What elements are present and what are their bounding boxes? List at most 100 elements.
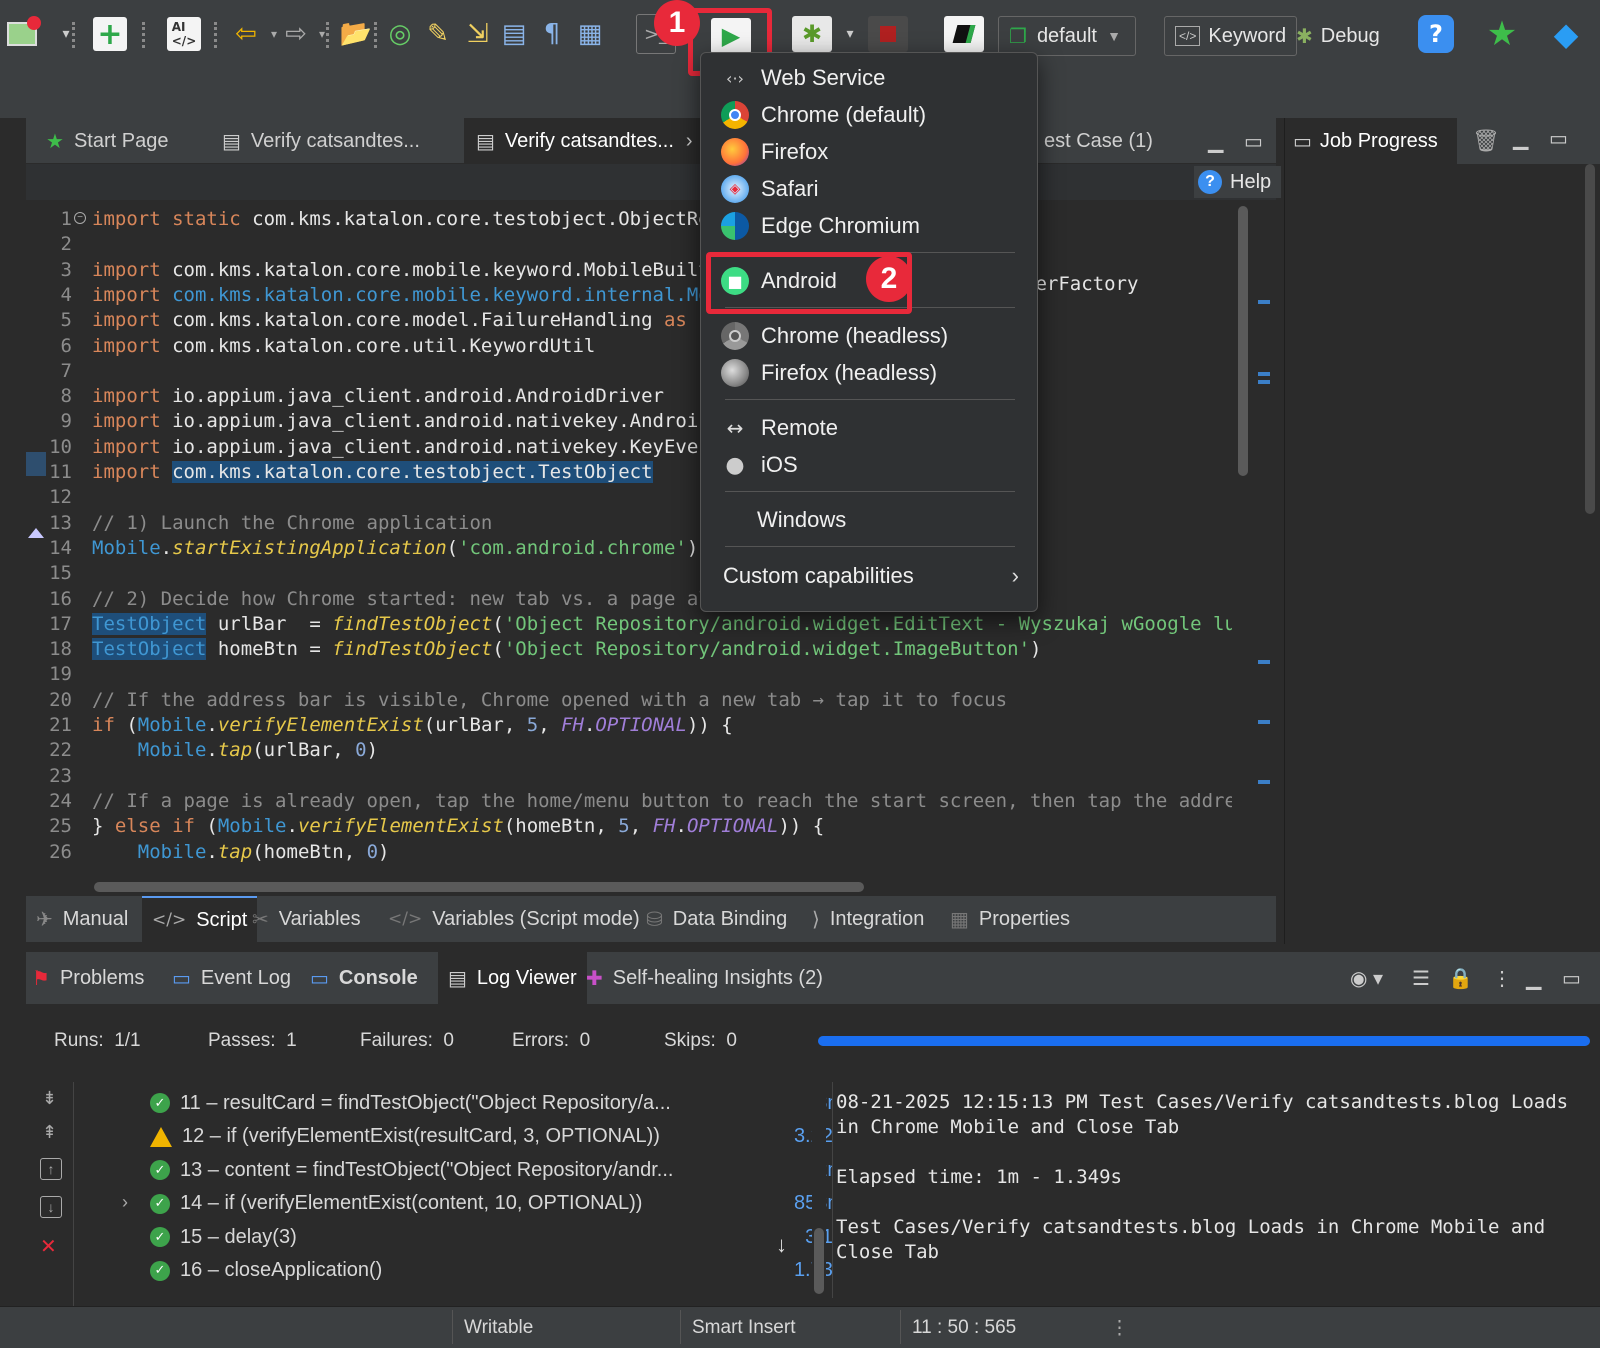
help-icon[interactable]: ? [1418,14,1454,54]
pen-icon[interactable]: ✎ [420,14,456,54]
tab-problems[interactable]: ⚑ Problems [32,952,144,1004]
ai-code-icon[interactable]: AI </> [166,14,202,54]
tab-integration[interactable]: ⟩ Integration [812,896,924,942]
menu-item-chrome-default[interactable]: Chrome (default) [721,98,926,132]
tab-self-healing[interactable]: ✚ Self-healing Insights (2) [586,952,823,1004]
menu-item-edge[interactable]: Edge Chromium [721,209,920,243]
test-step-row[interactable]: 12 – if (verifyElementExist(resultCard, … [150,1122,854,1152]
job-progress-scrollbar[interactable] [1581,164,1599,944]
variables-icon: ✂ [252,907,269,931]
profile-dropdown[interactable]: ❐ default ▼ [998,16,1136,56]
profile-icon: ❐ [1009,24,1027,48]
tab-properties[interactable]: ▦ Properties [950,896,1070,942]
code-token: . [206,840,218,863]
format-icon[interactable]: ¶ [534,14,570,54]
fold-icon[interactable]: − [74,212,86,224]
trash-icon[interactable]: 🗑 [1469,124,1503,158]
test-step-row[interactable]: ✓ 11 – resultCard = findTestObject("Objec… [150,1088,854,1118]
add-icon[interactable]: + [92,14,128,54]
test-step-tree[interactable]: ✓ 11 – resultCard = findTestObject("Objec… [74,1082,854,1298]
keyword-perspective-button[interactable]: </> Keyword [1164,16,1298,56]
test-step-row[interactable]: ✓ 13 – content = findTestObject("Object R… [150,1155,854,1185]
debug-bug-icon[interactable]: ✱ [790,14,834,54]
line-number: 2 [60,233,72,256]
previous-icon[interactable]: ↑ [40,1158,62,1180]
star-icon[interactable]: ★ [1484,14,1520,54]
status-writable: Writable [464,1317,534,1338]
next-icon[interactable]: ↓ [40,1196,62,1218]
minimize-icon[interactable]: ▁ [1208,118,1223,164]
collapse-all-icon[interactable]: ⇟ [42,1088,57,1109]
menu-item-safari[interactable]: ◈ Safari [721,172,818,206]
test-step-row[interactable]: ✓16 – closeApplication()1.735s [150,1256,854,1286]
tab-manual[interactable]: ✈ Manual [36,896,128,942]
manual-icon: ✈ [36,907,53,931]
scrollbar-thumb[interactable] [1238,206,1248,476]
step-tree-scrollbar[interactable] [812,1082,826,1298]
minimize-icon[interactable]: ▁ [1526,952,1541,1004]
code-token: , [629,815,653,838]
menu-item-windows[interactable]: Windows [721,503,846,537]
warning-icon [150,1126,172,1147]
scrollbar-thumb[interactable] [94,882,864,892]
tab-variables[interactable]: ✂ Variables [252,896,361,942]
tab-variables-script[interactable]: </> Variables (Script mode) [388,896,640,942]
chevron-right-icon[interactable]: › [122,1192,128,1213]
tab-job-progress[interactable]: ▭ Job Progress [1285,118,1457,164]
maximize-icon[interactable]: ▭ [1562,952,1581,1004]
menu-item-remote[interactable]: ↔ Remote [721,411,838,445]
help-button[interactable]: ? Help [1194,166,1282,198]
import-icon[interactable]: ⇲ [460,14,496,54]
clear-failures-icon[interactable]: ✕ [40,1234,57,1259]
lock-icon[interactable]: 🔒 [1448,952,1473,1004]
tab-console[interactable]: ▭ Console [310,952,418,1004]
debug-icon: ✱ [1296,24,1313,48]
tab-verify-2[interactable]: ▤ Verify catsandtes... › [464,118,726,164]
debug-perspective-button[interactable]: ✱ Debug [1296,16,1380,56]
record-icon[interactable] [4,14,41,54]
tab-data-binding[interactable]: ⛁ Data Binding [646,896,787,942]
more-icon[interactable]: ⋮ [1492,952,1512,1004]
maximize-icon[interactable]: ▭ [1244,118,1263,164]
chevron-down-icon[interactable]: ▾ [48,14,84,54]
menu-item-custom-capabilities[interactable]: Custom capabilities › [723,559,1019,593]
object-icon[interactable]: ▤ [496,14,532,54]
test-step-row[interactable]: ✓ 15 – delay(3) 3.19s [150,1222,854,1252]
editor-horizontal-scrollbar[interactable] [26,876,1232,896]
chevron-down-icon[interactable]: ▾ [832,14,868,54]
tab-log-viewer[interactable]: ▤ Log Viewer [438,952,587,1004]
test-step-row[interactable]: ✓ 14 – if (verifyElementExist(content, 10… [150,1189,854,1219]
menu-item-chrome-headless[interactable]: Chrome (headless) [721,319,948,353]
expand-all-icon[interactable]: ⇞ [42,1122,57,1143]
tab-event-log[interactable]: ▭ Event Log [172,952,291,1004]
code-token: com.kms.katalon.core.model.FailureHandli… [172,309,664,332]
menu-item-web-service[interactable]: ‹·› Web Service [721,61,885,95]
chevron-down-icon[interactable]: ▾ [304,14,340,54]
more-icon[interactable]: ⋮ [1110,1308,1129,1348]
tag-icon[interactable]: ◆ [1548,14,1584,54]
stop-icon[interactable] [866,14,910,54]
tab-test-case[interactable]: est Case (1) [1038,118,1159,164]
code-token: TestObject [92,638,207,661]
katalon-icon[interactable] [942,14,986,54]
report-icon[interactable]: ▦ [572,14,608,54]
tree-view-icon[interactable]: ☰ [1412,952,1430,1004]
menu-item-firefox-headless[interactable]: Firefox (headless) [721,356,937,390]
folder-icon[interactable]: 📂 [338,14,374,54]
minimize-icon[interactable]: ▁ [1513,126,1528,151]
line-number: 14 [49,536,72,559]
editor-vertical-scrollbar[interactable] [1234,200,1252,880]
tab-verify-1[interactable]: ▤ Verify catsandtes... [210,118,432,164]
scrollbar-thumb[interactable] [814,1228,824,1294]
eye-icon[interactable]: ◉ ▾ [1350,952,1383,1004]
scroll-down-arrow-icon[interactable]: ↓ [776,1232,787,1258]
menu-item-firefox[interactable]: Firefox [721,135,828,169]
tab-start-page[interactable]: ★ Start Page [34,118,180,164]
menu-item-ios[interactable]: ● iOS [721,448,797,482]
maximize-icon[interactable]: ▭ [1549,126,1568,151]
chrome-headless-icon [721,322,749,350]
script-editor[interactable]: 1− import static com.kms.katalon.core.tes… [26,200,1232,880]
tab-script[interactable]: </> Script [142,896,258,942]
spy-icon[interactable]: ◎ [382,14,418,54]
scrollbar-thumb[interactable] [1585,164,1595,514]
